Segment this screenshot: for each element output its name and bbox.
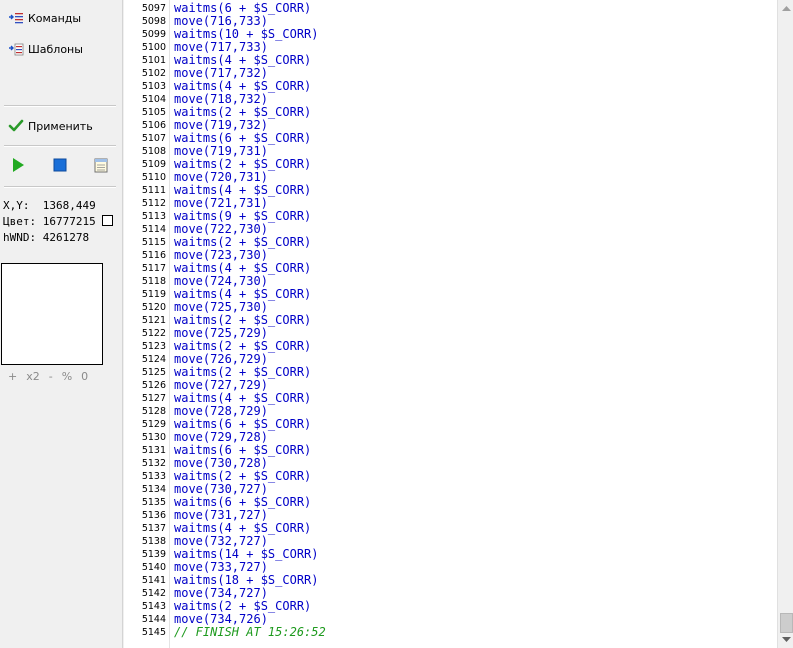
line-number: 5138	[141, 536, 166, 547]
color-label: Цвет:	[3, 215, 37, 228]
zoom-controls: + x2 - % 0	[8, 370, 88, 383]
line-number: 5098	[141, 16, 166, 27]
line-number: 5132	[141, 458, 166, 469]
templates-button[interactable]: Шаблоны	[8, 39, 83, 59]
line-number: 5110	[141, 172, 166, 183]
line-number: 5121	[141, 315, 166, 326]
check-icon	[8, 118, 24, 134]
apply-label: Применить	[28, 119, 93, 133]
coords-label: X,Y:	[3, 199, 30, 212]
line-number: 5099	[141, 29, 166, 40]
coords-value: 1368,449	[42, 199, 96, 212]
line-number: 5135	[141, 497, 166, 508]
scroll-down-icon[interactable]	[778, 632, 793, 648]
scrollbar-thumb[interactable]	[780, 613, 793, 633]
line-number: 5129	[141, 419, 166, 430]
line-number: 5140	[141, 562, 166, 573]
stop-icon[interactable]	[52, 157, 68, 173]
line-number: 5125	[141, 367, 166, 378]
line-number: 5123	[141, 341, 166, 352]
line-number: 5107	[141, 133, 166, 144]
hwnd-readout: hWND: 4261278	[3, 231, 89, 244]
hwnd-label: hWND:	[3, 231, 37, 244]
scroll-up-icon[interactable]	[778, 0, 793, 16]
sidebar: Команды Шаблоны Применить X,Y: 1368,449 …	[0, 0, 123, 648]
line-number: 5145	[141, 627, 166, 638]
line-number: 5122	[141, 328, 166, 339]
line-number: 5130	[141, 432, 166, 443]
commands-button[interactable]: Команды	[8, 8, 81, 28]
line-number: 5134	[141, 484, 166, 495]
line-number: 5104	[141, 94, 166, 105]
code-line[interactable]: 5145 // FINISH AT 15:26:52	[124, 626, 777, 639]
sidebar-divider	[4, 186, 116, 188]
play-icon[interactable]	[10, 157, 26, 173]
line-number: 5128	[141, 406, 166, 417]
line-number: 5111	[141, 185, 166, 196]
commands-icon	[8, 10, 24, 26]
line-number: 5136	[141, 510, 166, 521]
line-number: 5137	[141, 523, 166, 534]
zoom-x2-button[interactable]: x2	[26, 370, 40, 383]
line-number: 5133	[141, 471, 166, 482]
commands-label: Команды	[28, 11, 82, 25]
vertical-scrollbar[interactable]	[777, 0, 793, 648]
line-number: 5131	[141, 445, 166, 456]
templates-icon	[8, 41, 24, 57]
line-number: 5144	[141, 614, 166, 625]
notepad-icon[interactable]	[93, 157, 109, 173]
line-number: 5114	[141, 224, 166, 235]
line-number: 5117	[141, 263, 166, 274]
line-number: 5106	[141, 120, 166, 131]
zoom-percent-button[interactable]: %	[62, 370, 72, 383]
hwnd-value: 4261278	[42, 231, 90, 244]
line-number: 5103	[141, 81, 166, 92]
color-readout: Цвет: 16777215	[3, 215, 114, 228]
code-editor[interactable]: 5097 waitms(6 + $S_CORR) 5098 move(716,733)…	[124, 0, 777, 648]
apply-button[interactable]: Применить	[8, 116, 93, 136]
line-number: 5115	[141, 237, 166, 248]
line-number: 5109	[141, 159, 166, 170]
line-number: 5139	[141, 549, 166, 560]
zoom-reset-button[interactable]: 0	[81, 370, 88, 383]
line-number: 5118	[141, 276, 166, 287]
zoom-preview	[1, 263, 103, 365]
line-number: 5116	[141, 250, 166, 261]
templates-label: Шаблоны	[28, 42, 83, 56]
line-number: 5142	[141, 588, 166, 599]
line-number: 5127	[141, 393, 166, 404]
line-number: 5113	[141, 211, 166, 222]
sidebar-divider	[4, 105, 116, 107]
line-number: 5102	[141, 68, 166, 79]
line-number: 5141	[141, 575, 166, 586]
line-number: 5120	[141, 302, 166, 313]
coords-readout: X,Y: 1368,449	[3, 199, 96, 212]
zoom-out-button[interactable]: -	[49, 370, 53, 383]
line-number: 5126	[141, 380, 166, 391]
line-number: 5100	[141, 42, 166, 53]
line-number: 5124	[141, 354, 166, 365]
line-number: 5097	[141, 3, 166, 14]
zoom-in-button[interactable]: +	[8, 370, 17, 383]
sidebar-divider	[4, 145, 116, 147]
line-number: 5112	[141, 198, 166, 209]
color-value: 16777215	[42, 215, 96, 228]
color-swatch	[102, 215, 114, 226]
line-number: 5101	[141, 55, 166, 66]
line-number: 5119	[141, 289, 166, 300]
code-comment: // FINISH AT 15:26:52	[174, 625, 326, 639]
line-number: 5143	[141, 601, 166, 612]
line-number: 5108	[141, 146, 166, 157]
line-number: 5105	[141, 107, 166, 118]
